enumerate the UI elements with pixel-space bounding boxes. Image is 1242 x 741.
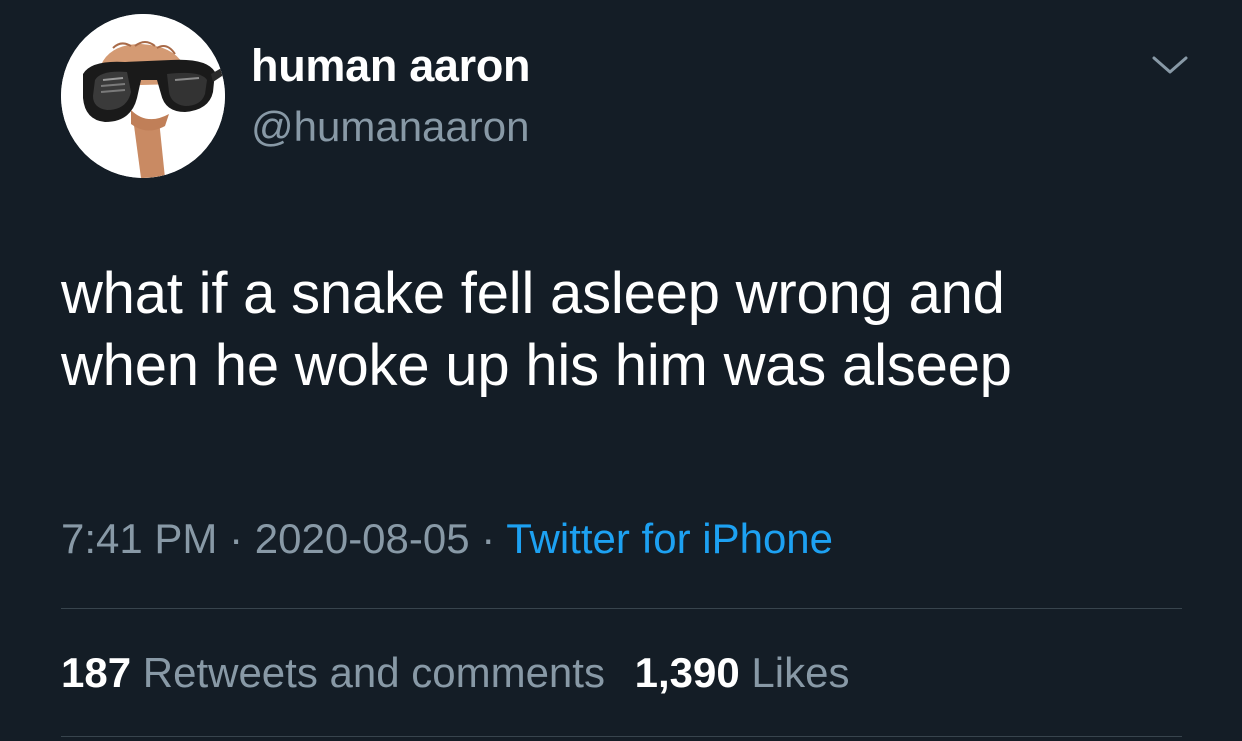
display-name[interactable]: human aaron [251, 40, 531, 92]
meta-separator: · [481, 515, 496, 562]
meta-separator: · [229, 515, 244, 562]
divider [61, 736, 1182, 737]
hand-holding-sunglasses-avatar [61, 14, 225, 178]
retweets-stat[interactable]: 187 Retweets and comments [61, 649, 605, 696]
retweets-label: Retweets and comments [142, 649, 605, 696]
user-handle[interactable]: @humanaaron [251, 102, 529, 152]
tweet-source-link[interactable]: Twitter for iPhone [506, 515, 833, 562]
avatar[interactable] [61, 14, 225, 178]
tweet-detail: human aaron @humanaaron what if a snake … [0, 0, 1242, 741]
chevron-down-icon[interactable] [1148, 50, 1192, 80]
tweet-text: what if a snake fell asleep wrong and wh… [61, 258, 1211, 402]
tweet-stats: 187 Retweets and comments 1,390 Likes [61, 646, 867, 700]
tweet-date: 2020-08-05 [254, 515, 470, 562]
tweet-text-line: what if a snake fell asleep wrong and [61, 261, 1005, 326]
retweets-count: 187 [61, 649, 132, 696]
tweet-time: 7:41 PM [61, 515, 218, 562]
likes-count: 1,390 [634, 649, 740, 696]
likes-stat[interactable]: 1,390 Likes [635, 649, 850, 696]
divider [61, 608, 1182, 609]
tweet-meta: 7:41 PM · 2020-08-05 · Twitter for iPhon… [61, 512, 833, 566]
tweet-text-line: when he woke up his him was alseep [61, 333, 1012, 398]
likes-label: Likes [751, 649, 850, 696]
